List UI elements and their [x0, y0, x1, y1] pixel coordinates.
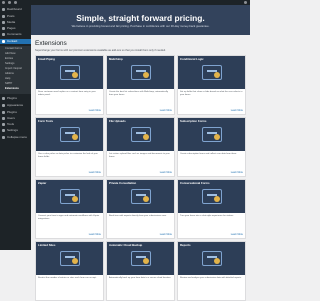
- extension-description: Turn your forms into a chat-style experi…: [180, 215, 234, 217]
- extension-badge-icon: [143, 134, 149, 140]
- learn-more-link[interactable]: Learn More: [160, 171, 172, 174]
- learn-more-link[interactable]: Learn More: [231, 109, 243, 112]
- learn-more-link[interactable]: Learn More: [89, 171, 101, 174]
- extension-badge-icon: [214, 196, 220, 202]
- plugin-icon: [2, 97, 5, 100]
- plugin-icon: [2, 111, 5, 114]
- extension-card[interactable]: Zapier Connect your form to apps and aut…: [35, 179, 104, 239]
- extension-card[interactable]: File Uploads Let visitors upload files s…: [106, 117, 175, 177]
- wrench-icon: [2, 123, 5, 126]
- sidebar-item-users[interactable]: Users: [0, 116, 31, 121]
- sidebar-item-pages[interactable]: Pages: [0, 26, 31, 31]
- extension-card[interactable]: Email Piping Store customer email replie…: [35, 55, 104, 115]
- hero-title: Simple, straight forward pricing.: [76, 13, 205, 23]
- extension-badge-icon: [143, 258, 149, 264]
- learn-more-link[interactable]: Learn More: [231, 233, 243, 236]
- user-avatar-icon[interactable]: [244, 1, 247, 4]
- extension-image: Mailchimp: [107, 56, 174, 89]
- extension-image: Automatic Cloud Backup: [107, 242, 174, 275]
- extensions-description: Supercharge your forms with our premium …: [35, 49, 166, 52]
- extension-card[interactable]: Mailchimp Create the best list subscribe…: [106, 55, 175, 115]
- extension-badge-icon: [72, 258, 78, 264]
- extension-image: Email Piping: [36, 56, 103, 89]
- pin-icon: [2, 15, 5, 18]
- extension-card[interactable]: Private Consultation Book time with expe…: [106, 179, 175, 239]
- brush-icon: [2, 104, 5, 107]
- extension-image: Subscription Forms: [178, 118, 245, 151]
- extension-description: Book time with experts directly from you…: [109, 215, 167, 217]
- extension-image: Conversational Forms: [178, 180, 245, 213]
- sidebar-item-tools[interactable]: Tools: [0, 122, 31, 127]
- extension-description: Review and analyze your submission data …: [180, 277, 242, 279]
- extension-image: Form Tools: [36, 118, 103, 151]
- extension-badge-icon: [214, 72, 220, 78]
- mail-icon: [2, 40, 5, 43]
- collapse-icon: [2, 136, 5, 139]
- submenu-item-current[interactable]: Extensions: [5, 86, 19, 91]
- extension-description: Set up fields that show or hide based on…: [180, 91, 243, 96]
- extension-badge-icon: [143, 72, 149, 78]
- extension-card[interactable]: Reports Review and analyze your submissi…: [177, 241, 246, 301]
- extension-card[interactable]: Subscription Forms Create subscription f…: [177, 117, 246, 177]
- pricing-hero: Simple, straight forward pricing. We bel…: [31, 5, 250, 35]
- collapse-menu-button[interactable]: Collapse menu: [0, 135, 31, 140]
- extension-card[interactable]: Conditional Logic Set up fields that sho…: [177, 55, 246, 115]
- extension-badge-icon: [143, 196, 149, 202]
- extensions-title: Extensions: [35, 40, 67, 47]
- extension-description: Create subscription forms and collect us…: [180, 153, 237, 155]
- extension-image: File Uploads: [107, 118, 174, 151]
- media-icon: [2, 21, 5, 24]
- extension-description: Let visitors upload files such as images…: [109, 153, 170, 158]
- learn-more-link[interactable]: Learn More: [231, 171, 243, 174]
- learn-more-link[interactable]: Learn More: [160, 233, 172, 236]
- sidebar-item-dashboard[interactable]: Dashboard: [0, 7, 31, 12]
- extension-badge-icon: [214, 258, 220, 264]
- sidebar-item-media[interactable]: Media: [0, 20, 31, 25]
- sidebar-item-contact[interactable]: Contact: [0, 39, 31, 44]
- sidebar-item-posts[interactable]: Posts: [0, 14, 31, 19]
- updates-icon[interactable]: [14, 1, 17, 4]
- hero-subtitle: We believe in providing honest and fair …: [71, 24, 210, 28]
- settings-icon: [2, 129, 5, 132]
- sidebar-item-comments[interactable]: Comments: [0, 32, 31, 37]
- extension-image: Reports: [178, 242, 245, 275]
- extension-description: Automatically back up your form data to …: [109, 277, 172, 279]
- dashboard-icon: [2, 8, 5, 11]
- extension-image: Limited Sites: [36, 242, 103, 275]
- extension-badge-icon: [214, 134, 220, 140]
- users-icon: [2, 117, 5, 120]
- extension-card[interactable]: Limited Sites Restrict the number of ent…: [35, 241, 104, 301]
- extension-card[interactable]: Automatic Cloud Backup Automatically bac…: [106, 241, 175, 301]
- extension-badge-icon: [72, 196, 78, 202]
- extension-badge-icon: [72, 72, 78, 78]
- page-icon: [2, 27, 5, 30]
- extension-image: Conditional Logic: [178, 56, 245, 89]
- extension-description: Restrict the number of entries or sites …: [38, 277, 97, 279]
- comment-icon: [2, 33, 5, 36]
- contact-submenu: Contact Forms Add New Entries Settings I…: [0, 46, 31, 94]
- sidebar-item-extra-plugins[interactable]: Plugins: [0, 96, 31, 101]
- extension-description: Create the best list subscribers with Ma…: [109, 91, 168, 96]
- sidebar-item-appearance[interactable]: Appearance: [0, 103, 31, 108]
- learn-more-link[interactable]: Learn More: [89, 109, 101, 112]
- sidebar-item-settings[interactable]: Settings: [0, 128, 31, 133]
- extension-description: Use a color picker or date picker to cus…: [38, 153, 98, 158]
- learn-more-link[interactable]: Learn More: [160, 109, 172, 112]
- sidebar-item-plugins[interactable]: Plugins: [0, 110, 31, 115]
- extension-image: Private Consultation: [107, 180, 174, 213]
- extension-description: Store customer email replies as a contac…: [38, 91, 96, 96]
- extension-badge-icon: [72, 134, 78, 140]
- site-name-icon[interactable]: [8, 1, 11, 4]
- admin-sidebar: Dashboard Posts Media Pages Comments Con…: [0, 5, 31, 250]
- extension-card[interactable]: Conversational Forms Turn your forms int…: [177, 179, 246, 239]
- learn-more-link[interactable]: Learn More: [89, 233, 101, 236]
- main-content: Simple, straight forward pricing. We bel…: [31, 5, 250, 301]
- extension-card[interactable]: Form Tools Use a color picker or date pi…: [35, 117, 104, 177]
- extension-description: Connect your form to apps and automate w…: [38, 215, 100, 220]
- wordpress-logo-icon[interactable]: [2, 1, 5, 4]
- extension-image: Zapier: [36, 180, 103, 213]
